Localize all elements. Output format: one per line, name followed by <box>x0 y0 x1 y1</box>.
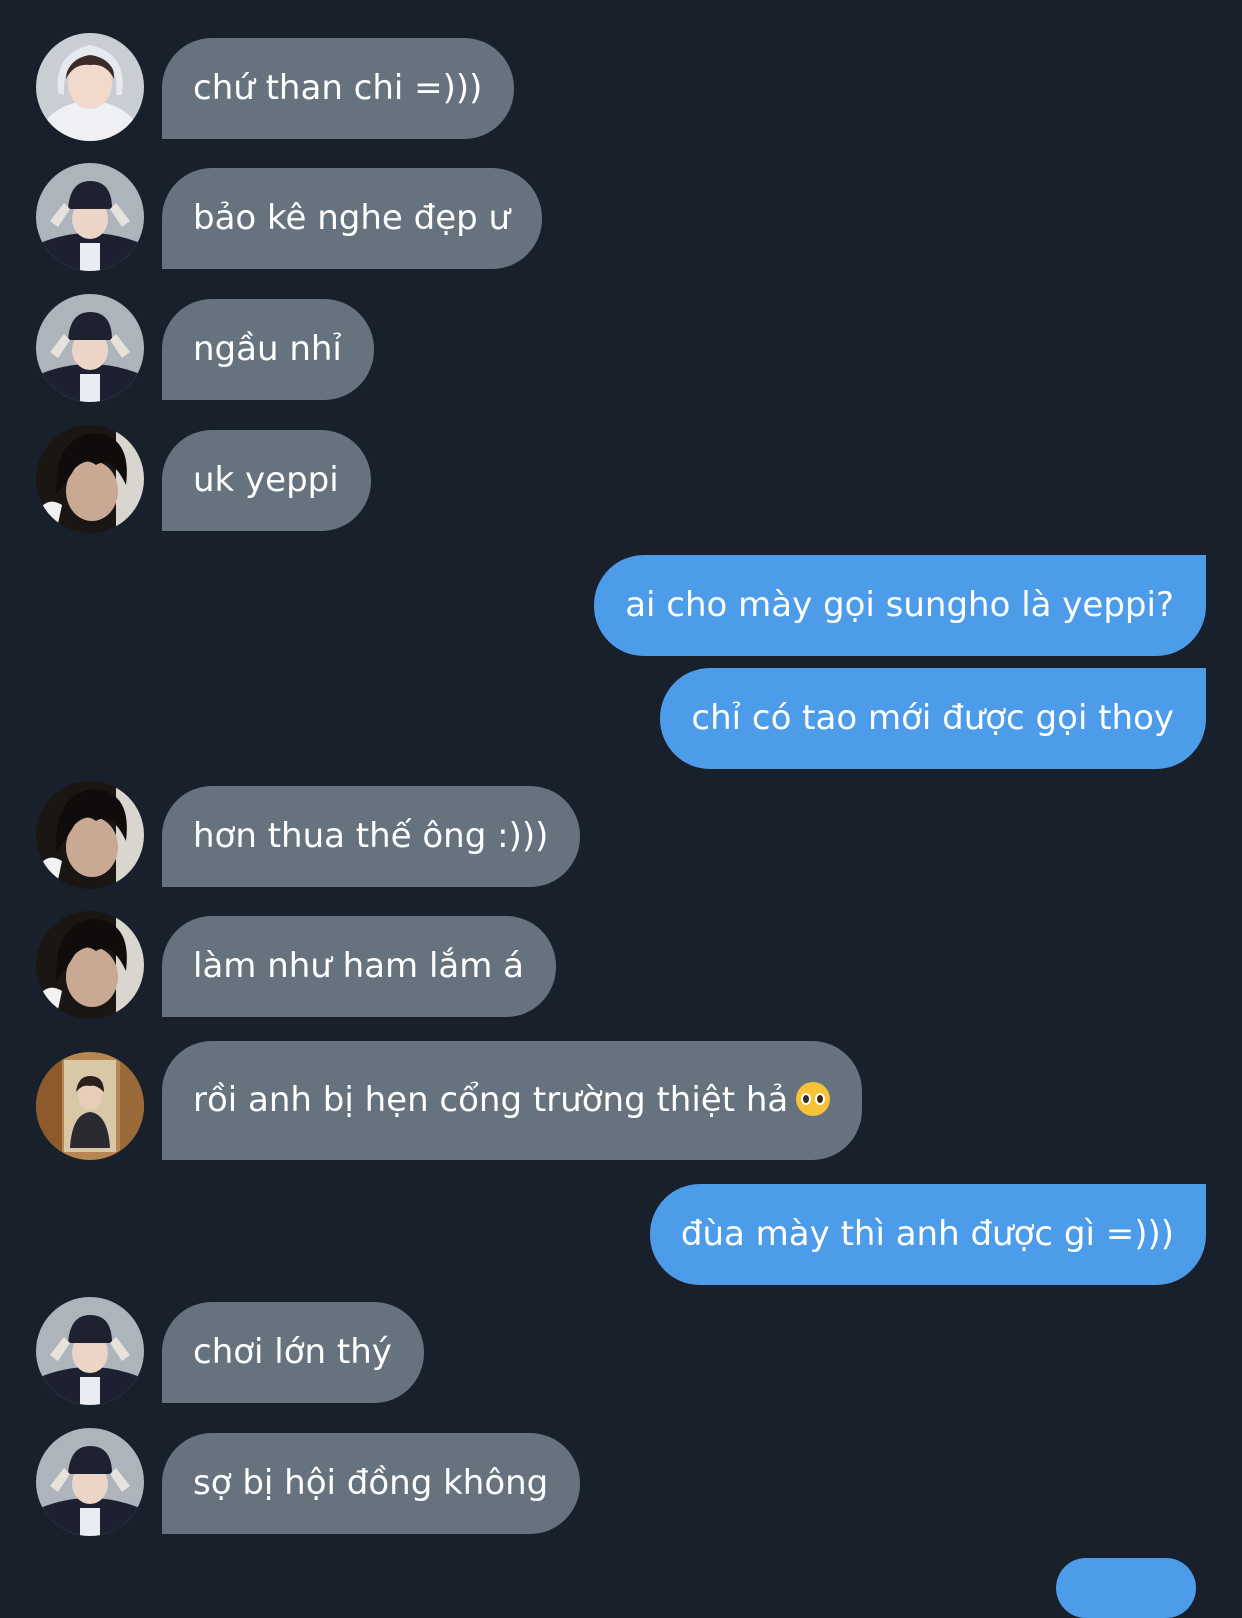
message-text: rồi anh bị hẹn cổng trường thiệt hả <box>193 1080 789 1120</box>
avatar-mirror-selfie[interactable] <box>36 1052 144 1160</box>
avatar-dark-hair[interactable] <box>36 781 144 889</box>
message-bubble-outgoing[interactable]: đùa mày thì anh được gì =))) <box>649 1184 1206 1285</box>
avatar-beanie[interactable] <box>36 1428 144 1536</box>
avatar-beanie[interactable] <box>36 294 144 402</box>
avatar-dark-hair[interactable] <box>36 911 144 1019</box>
message-bubble-incoming[interactable]: chứ than chi =))) <box>162 38 515 139</box>
message-bubble-outgoing[interactable]: ai cho mày gọi sungho là yeppi? <box>594 555 1206 656</box>
avatar-dark-hair[interactable] <box>36 425 144 533</box>
message-bubble-incoming[interactable]: làm như ham lắm á <box>162 916 557 1017</box>
pleading-face-emoji <box>796 1082 831 1116</box>
avatar-white-hoodie[interactable] <box>36 33 144 141</box>
message-bubble-outgoing[interactable]: chỉ có tao mới được gọi thoy <box>660 668 1206 769</box>
message-bubble-incoming[interactable]: uk yeppi <box>162 430 371 531</box>
chat-thread: chứ than chi =))) bảo kê nghe đẹp ư ngầu… <box>0 0 1242 1618</box>
message-bubble-outgoing-partial[interactable] <box>1056 1558 1196 1618</box>
message-bubble-incoming[interactable]: chơi lớn thý <box>162 1302 424 1403</box>
avatar-beanie[interactable] <box>36 163 144 271</box>
message-bubble-incoming[interactable]: rồi anh bị hẹn cổng trường thiệt hả <box>162 1041 863 1160</box>
avatar-beanie[interactable] <box>36 1297 144 1405</box>
message-bubble-incoming[interactable]: bảo kê nghe đẹp ư <box>162 168 543 269</box>
message-bubble-incoming[interactable]: sợ bị hội đồng không <box>162 1433 581 1534</box>
message-bubble-incoming[interactable]: hơn thua thế ông :))) <box>162 786 581 887</box>
message-bubble-incoming[interactable]: ngầu nhỉ <box>162 299 374 400</box>
